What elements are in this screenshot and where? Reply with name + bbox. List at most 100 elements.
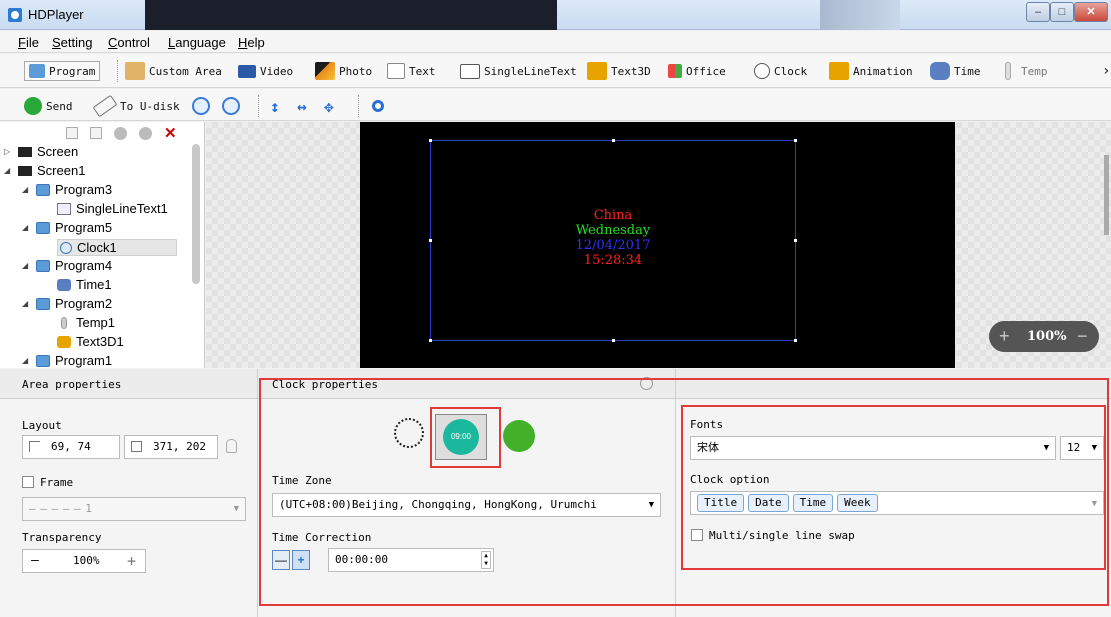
tree-item[interactable]: ▷ Screen	[4, 144, 78, 159]
custom-area-icon	[125, 62, 145, 80]
close-button[interactable]: ✕	[1074, 2, 1108, 22]
resize-handle[interactable]	[429, 139, 432, 142]
collapse-arrow-icon[interactable]: ◢	[22, 356, 32, 365]
program-label: Program	[49, 64, 96, 78]
toolbar-separator	[117, 60, 118, 82]
move-down-icon[interactable]	[139, 126, 152, 140]
to-udisk-button[interactable]: To U-disk	[92, 94, 180, 118]
resize-handle[interactable]	[612, 339, 615, 342]
title-bar-dark-region	[145, 0, 557, 30]
resize-handle[interactable]	[794, 139, 797, 142]
tree-item-label: SingleLineText1	[76, 201, 168, 216]
time-button[interactable]: Time	[930, 61, 981, 81]
tree-item-label: Text3D1	[76, 334, 124, 349]
collapse-arrow-icon[interactable]: ◢	[22, 185, 32, 194]
tree-item[interactable]: ◢ Program4	[22, 258, 112, 273]
resize-handle[interactable]	[794, 339, 797, 342]
video-button[interactable]: Video	[238, 61, 293, 81]
thermometer-icon	[61, 316, 67, 329]
menu-help[interactable]: Help	[238, 35, 265, 50]
tree-item[interactable]: ◢ Program1	[22, 353, 112, 368]
transparency-stepper: — 100% +	[22, 549, 146, 573]
align-horizontal-icon[interactable]: ↔	[297, 96, 307, 116]
tree-item[interactable]: ◢ Program3	[22, 182, 112, 197]
frame-select[interactable]: — — — — — 1 ▼	[22, 497, 246, 521]
menu-setting[interactable]: Setting	[52, 35, 92, 50]
delete-icon[interactable]: ✕	[164, 126, 177, 141]
transparency-decrease-button[interactable]: —	[31, 550, 39, 572]
transparency-label: Transparency	[22, 531, 102, 544]
move-up-icon[interactable]	[114, 126, 127, 140]
expand-arrow-icon[interactable]: ▷	[4, 147, 14, 156]
paste-icon[interactable]	[90, 127, 102, 139]
custom-area-label: Custom Area	[149, 64, 222, 78]
lock-icon[interactable]	[226, 439, 237, 453]
tree-item[interactable]: ◢ Program2	[22, 296, 112, 311]
clock-button[interactable]: Clock	[754, 61, 807, 81]
collapse-arrow-icon[interactable]: ◢	[22, 223, 32, 232]
preview-line-week: Wednesday	[575, 223, 651, 238]
text3d-button[interactable]: Text3D	[587, 61, 651, 81]
resize-handle[interactable]	[429, 339, 432, 342]
area-properties-panel: Area properties Layout 69, 74 371, 202 F…	[0, 369, 258, 617]
size-field[interactable]: 371, 202	[124, 435, 218, 459]
tree-toolbar: ✕	[66, 125, 186, 141]
office-button[interactable]: Office	[668, 61, 726, 81]
send-button[interactable]: Send	[24, 96, 73, 116]
play-button[interactable]	[372, 96, 388, 116]
text-button[interactable]: Text	[387, 61, 436, 81]
tree-item[interactable]: ◢ Program5	[22, 220, 112, 235]
dropdown-arrow-icon: ▼	[233, 504, 239, 514]
tree-item[interactable]: SingleLineText1	[57, 201, 168, 216]
zoom-plus-button[interactable]: +	[999, 326, 1010, 347]
collapse-arrow-icon[interactable]: ◢	[22, 299, 32, 308]
menu-bar: File Setting Control Language Help	[0, 31, 1111, 53]
copy-icon[interactable]	[66, 127, 78, 139]
thermometer-icon	[1005, 62, 1011, 80]
zoom-value: 100%	[1027, 329, 1067, 344]
animation-label: Animation	[853, 64, 913, 78]
window-title: HDPlayer	[28, 7, 84, 22]
animation-button[interactable]: Animation	[829, 61, 913, 81]
frame-checkbox[interactable]	[22, 476, 34, 488]
send-icon	[24, 97, 42, 115]
tree-item[interactable]: Clock1	[57, 239, 177, 256]
resize-handle[interactable]	[612, 139, 615, 142]
tree-item[interactable]: ◢ Screen1	[4, 163, 85, 178]
clock-icon	[754, 63, 770, 79]
app-icon	[8, 8, 22, 22]
tree-item[interactable]: Time1	[57, 277, 112, 292]
program-button[interactable]: Program	[24, 61, 101, 81]
collapse-arrow-icon[interactable]: ◢	[22, 261, 32, 270]
menu-language[interactable]: Language	[168, 35, 226, 50]
single-line-text-button[interactable]: SingleLineText	[460, 61, 577, 81]
text3d-icon	[57, 335, 71, 348]
position-icon	[29, 441, 40, 452]
collapse-arrow-icon[interactable]: ◢	[4, 166, 14, 175]
tree-item-label: Temp1	[76, 315, 116, 330]
zoom-minus-button[interactable]: −	[1077, 326, 1088, 347]
zoom-out-button[interactable]	[222, 96, 244, 116]
maximize-button[interactable]: □	[1050, 2, 1074, 22]
tree-scrollbar[interactable]	[192, 144, 200, 284]
move-icon[interactable]: ✥	[324, 96, 334, 116]
monitor-icon	[18, 165, 32, 176]
more-tools-chevron-icon[interactable]: ›	[1102, 61, 1110, 81]
photo-button[interactable]: Photo	[315, 61, 372, 81]
menu-control[interactable]: Control	[108, 35, 150, 50]
tree-item-label: Screen	[37, 144, 79, 159]
tree-item[interactable]: Temp1	[57, 315, 115, 330]
tree-item[interactable]: Text3D1	[57, 334, 124, 349]
minimize-button[interactable]: –	[1026, 2, 1050, 22]
canvas-vertical-scrollbar[interactable]	[1104, 155, 1109, 235]
menu-file[interactable]: File	[18, 35, 39, 50]
temp-button[interactable]: Temp	[1005, 61, 1048, 81]
position-field[interactable]: 69, 74	[22, 435, 120, 459]
transparency-increase-button[interactable]: +	[127, 550, 136, 572]
tree-item-label: Clock1	[77, 240, 117, 255]
zoom-in-button[interactable]	[192, 96, 214, 116]
insert-toolbar: Program Custom Area Video Photo Text Sin…	[0, 54, 1111, 88]
align-vertical-icon[interactable]: ↕	[270, 96, 280, 116]
tree-item-label: Program4	[55, 258, 113, 273]
custom-area-button[interactable]: Custom Area	[125, 61, 222, 81]
